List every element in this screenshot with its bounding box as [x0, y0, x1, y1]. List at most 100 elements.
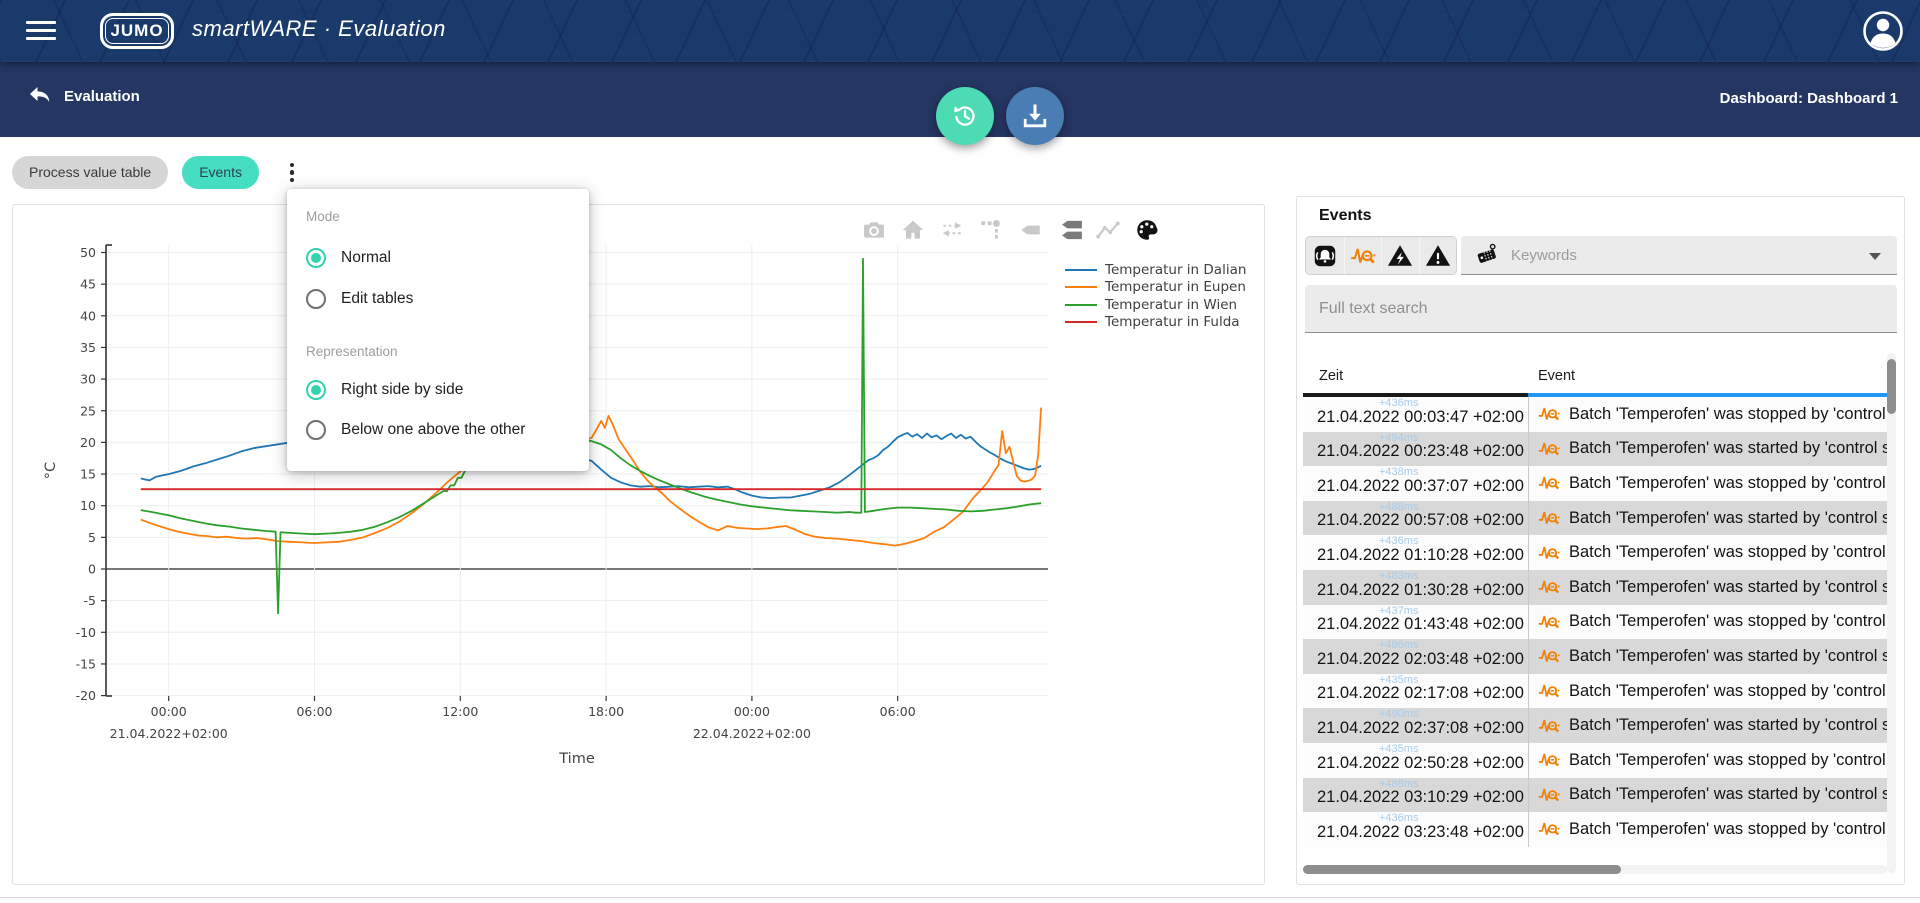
zeit-cell: +488ms21.04.2022 00:57:08 +02:00 [1303, 501, 1528, 536]
legend-item[interactable]: Temperatur in Eupen [1065, 279, 1246, 297]
tab-events[interactable]: Events [182, 156, 259, 189]
download-button[interactable] [1006, 87, 1064, 145]
event-text: Batch 'Temperofen' was stopped by 'contr… [1569, 612, 1887, 631]
process-event-icon [1537, 748, 1561, 772]
menu-section-representation: Representation [306, 344, 398, 359]
table-row[interactable]: +435ms21.04.2022 02:17:08 +02:00Batch 'T… [1303, 674, 1887, 709]
radio-below-one-above[interactable]: Below one above the other [306, 420, 525, 440]
line-chart-icon[interactable] [1093, 215, 1123, 245]
legend-item[interactable]: Temperatur in Wien [1065, 296, 1246, 314]
table-row[interactable]: +436ms21.04.2022 01:10:28 +02:00Batch 'T… [1303, 535, 1887, 570]
back-button[interactable]: Evaluation [28, 86, 140, 106]
legend-line-swatch [1065, 321, 1097, 323]
svg-text:06:00: 06:00 [296, 704, 332, 719]
svg-text:20: 20 [80, 435, 96, 450]
horizontal-scrollbar[interactable] [1303, 865, 1621, 874]
svg-text:25: 25 [80, 403, 96, 418]
tab-process-value-table[interactable]: Process value table [12, 156, 168, 189]
radio-edit-tables[interactable]: Edit tables [306, 289, 413, 309]
legend-item[interactable]: Temperatur in Dalian [1065, 261, 1246, 279]
svg-text:5: 5 [88, 530, 96, 545]
zeit-cell: +436ms21.04.2022 03:23:48 +02:00 [1303, 812, 1528, 847]
jumo-logo: JUMO [100, 13, 174, 49]
timestamp: 21.04.2022 01:10:28 +02:00 [1317, 546, 1524, 565]
legend-label: Temperatur in Dalian [1105, 262, 1246, 278]
process-events-filter-button[interactable] [1344, 237, 1382, 274]
app-title: smartWARE · Evaluation [192, 16, 446, 42]
table-row[interactable]: +436ms21.04.2022 00:03:47 +02:00Batch 'T… [1303, 397, 1887, 432]
timestamp: 21.04.2022 00:23:48 +02:00 [1317, 442, 1524, 461]
process-event-icon [1537, 506, 1561, 530]
table-row[interactable]: +490ms21.04.2022 02:37:08 +02:00Batch 'T… [1303, 708, 1887, 743]
user-icon [1862, 10, 1904, 52]
timestamp: 21.04.2022 02:50:28 +02:00 [1317, 754, 1524, 773]
history-button[interactable] [936, 87, 994, 145]
svg-text:40: 40 [80, 308, 96, 323]
home-icon[interactable] [898, 215, 928, 245]
process-event-icon [1537, 817, 1561, 841]
zeit-cell: +494ms21.04.2022 00:23:48 +02:00 [1303, 432, 1528, 467]
full-text-search-input[interactable]: Full text search [1305, 285, 1897, 333]
camera-icon[interactable] [859, 215, 889, 245]
hamburger-menu-icon[interactable] [26, 21, 56, 41]
table-row[interactable]: +437ms21.04.2022 01:43:48 +02:00 Batch 'T… [1303, 605, 1887, 640]
table-row[interactable]: +436ms21.04.2022 03:23:48 +02:00 Batch 'T… [1303, 812, 1887, 847]
timestamp: 21.04.2022 03:23:48 +02:00 [1317, 823, 1524, 842]
tag-icon [1475, 242, 1501, 268]
svg-text:15: 15 [80, 467, 96, 482]
timestamp: 21.04.2022 02:37:08 +02:00 [1317, 719, 1524, 738]
spike-lines-icon[interactable] [976, 215, 1006, 245]
process-event-icon [1537, 714, 1561, 738]
event-cell: Batch 'Temperofen' was started by 'contr… [1528, 639, 1887, 674]
svg-text:-10: -10 [76, 625, 96, 640]
process-event-icon [1537, 541, 1561, 565]
radio-label: Normal [341, 249, 391, 267]
breadcrumb: Evaluation [64, 88, 140, 105]
zeit-cell: +437ms21.04.2022 01:43:48 +02:00 [1303, 605, 1528, 640]
table-row[interactable]: +438ms21.04.2022 00:37:07 +02:00Batch 'T… [1303, 466, 1887, 501]
keywords-dropdown[interactable]: Keywords [1461, 236, 1897, 275]
radio-right-side-by-side[interactable]: Right side by side [306, 380, 463, 400]
page-bottom-divider [0, 897, 1920, 898]
table-row[interactable]: +494ms21.04.2022 00:23:48 +02:00Batch 'T… [1303, 432, 1887, 467]
warning-bolt-icon [1386, 242, 1414, 270]
radio-icon [306, 420, 326, 440]
svg-text:06:00: 06:00 [880, 704, 916, 719]
more-options-kebab-icon[interactable] [281, 158, 303, 188]
warning-events-filter-button[interactable] [1419, 237, 1457, 274]
timestamp: 21.04.2022 02:03:48 +02:00 [1317, 650, 1524, 669]
alarm-bell-icon [1311, 242, 1339, 270]
process-event-icon [1537, 679, 1561, 703]
compare-arrows-icon[interactable] [937, 215, 967, 245]
back-arrow-icon [28, 86, 52, 106]
timestamp: 21.04.2022 03:10:29 +02:00 [1317, 788, 1524, 807]
vertical-scrollbar[interactable] [1887, 359, 1896, 414]
column-header-zeit[interactable]: Zeit [1319, 368, 1343, 384]
hover-compare-icon[interactable] [1054, 215, 1084, 245]
table-row[interactable]: +488ms21.04.2022 03:10:29 +02:00Batch 'T… [1303, 778, 1887, 813]
error-events-filter-button[interactable] [1381, 237, 1419, 274]
event-text: Batch 'Temperofen' was stopped by 'contr… [1569, 820, 1887, 839]
table-row[interactable]: +488ms21.04.2022 00:57:08 +02:00Batch 'T… [1303, 501, 1887, 536]
event-cell: Batch 'Temperofen' was started by 'contr… [1528, 708, 1887, 743]
radio-normal[interactable]: Normal [306, 248, 391, 268]
svg-text:30: 30 [80, 372, 96, 387]
event-cell: Batch 'Temperofen' was started by 'contr… [1528, 778, 1887, 813]
alarm-events-filter-button[interactable] [1306, 237, 1344, 274]
column-header-event[interactable]: Event [1538, 368, 1575, 384]
table-row[interactable]: +486ms21.04.2022 02:03:48 +02:00Batch 'T… [1303, 639, 1887, 674]
table-row[interactable]: +435ms21.04.2022 02:50:28 +02:00Batch 'T… [1303, 743, 1887, 778]
table-row[interactable]: +483ms21.04.2022 01:30:28 +02:00Batch 'T… [1303, 570, 1887, 605]
svg-text:22.04.2022+02:00: 22.04.2022+02:00 [693, 726, 811, 741]
timestamp: 21.04.2022 02:17:08 +02:00 [1317, 684, 1524, 703]
palette-icon[interactable] [1132, 215, 1162, 245]
svg-text:Time: Time [558, 751, 595, 767]
user-avatar[interactable] [1862, 10, 1904, 52]
legend-item[interactable]: Temperatur in Fulda [1065, 314, 1246, 332]
hover-closest-icon[interactable] [1015, 215, 1045, 245]
svg-text:-20: -20 [76, 688, 96, 703]
history-icon [950, 101, 980, 131]
process-event-icon [1537, 437, 1561, 461]
svg-text:-5: -5 [84, 593, 96, 608]
event-cell: Batch 'Temperofen' was stopped by 'contr… [1528, 605, 1887, 640]
